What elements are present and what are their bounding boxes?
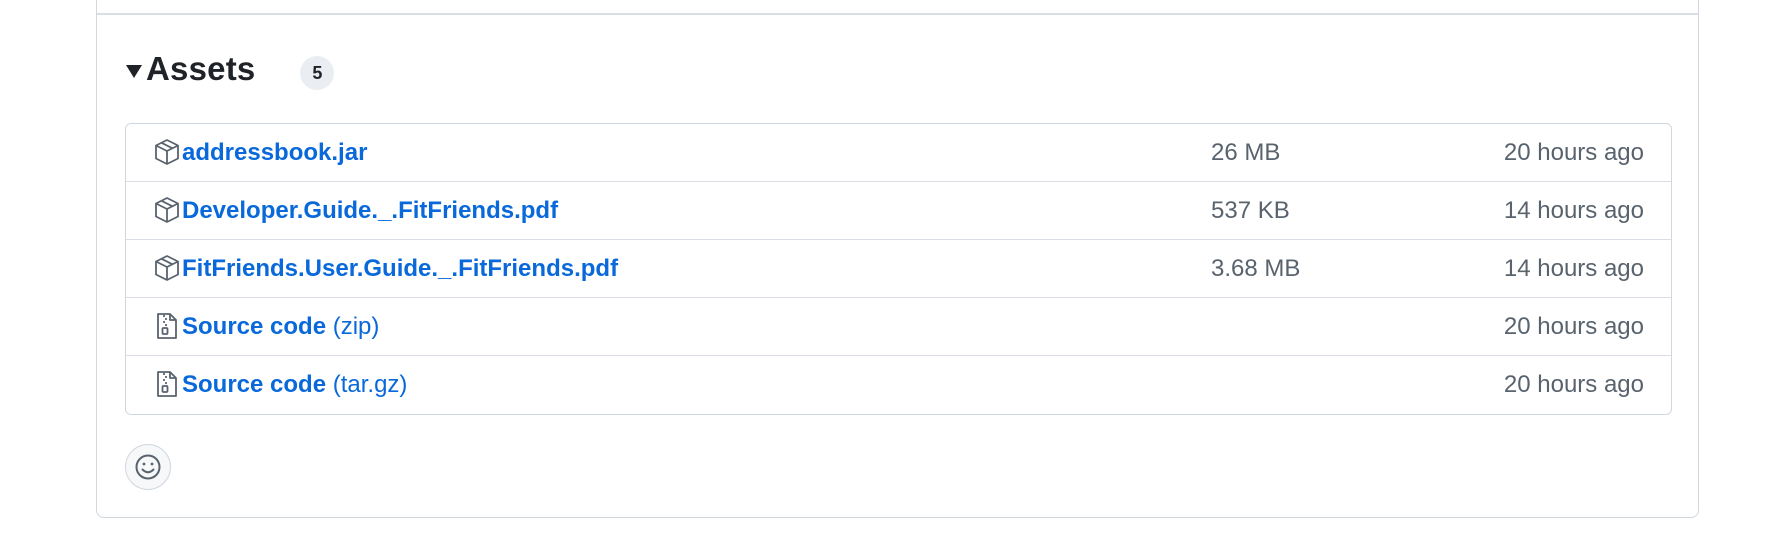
asset-time: 20 hours ago: [1503, 370, 1644, 398]
asset-name: Source code: [182, 370, 327, 398]
smiley-icon: [135, 454, 161, 480]
asset-row: Source code (tar.gz) 20 hours ago: [126, 355, 1671, 413]
asset-suffix: (zip): [332, 312, 380, 340]
asset-row: Source code (zip) 20 hours ago: [126, 297, 1671, 355]
asset-suffix: (tar.gz): [332, 370, 408, 398]
add-reaction-button[interactable]: [125, 444, 171, 490]
asset-row: Developer.Guide._.FitFriends.pdf 537 KB …: [126, 181, 1671, 239]
asset-size: 3.68 MB: [1211, 254, 1301, 282]
assets-toggle[interactable]: Assets 5: [126, 49, 335, 90]
assets-title: Assets: [146, 50, 256, 87]
package-icon: [155, 139, 179, 165]
assets-count-badge: 5: [300, 56, 335, 90]
asset-link[interactable]: addressbook.jar: [182, 139, 367, 167]
asset-time: 14 hours ago: [1503, 196, 1644, 224]
asset-time: 20 hours ago: [1503, 138, 1644, 166]
asset-time: 14 hours ago: [1503, 254, 1644, 282]
file-zip-icon: [157, 313, 177, 339]
asset-link[interactable]: FitFriends.User.Guide._.FitFriends.pdf: [182, 255, 618, 283]
section-divider: [97, 13, 1698, 15]
asset-link[interactable]: Developer.Guide._.FitFriends.pdf: [182, 197, 558, 225]
asset-size: 537 KB: [1211, 196, 1290, 224]
asset-name: addressbook.jar: [182, 138, 368, 166]
asset-name: Source code: [182, 312, 327, 340]
triangle-down-icon: [126, 64, 142, 78]
asset-list: addressbook.jar 26 MB 20 hours ago Devel…: [125, 123, 1672, 415]
asset-row: FitFriends.User.Guide._.FitFriends.pdf 3…: [126, 239, 1671, 297]
package-icon: [155, 255, 179, 281]
file-zip-icon: [157, 371, 177, 397]
release-card: Assets 5 addressbook.jar 26 MB 20 hours …: [96, 0, 1699, 518]
asset-link[interactable]: Source code (tar.gz): [182, 371, 407, 399]
asset-row: addressbook.jar 26 MB 20 hours ago: [126, 124, 1671, 181]
asset-name: FitFriends.User.Guide._.FitFriends.pdf: [182, 254, 619, 282]
asset-time: 20 hours ago: [1503, 312, 1644, 340]
asset-name: Developer.Guide._.FitFriends.pdf: [182, 196, 559, 224]
package-icon: [155, 197, 179, 223]
asset-size: 26 MB: [1211, 138, 1281, 166]
asset-link[interactable]: Source code (zip): [182, 313, 379, 341]
